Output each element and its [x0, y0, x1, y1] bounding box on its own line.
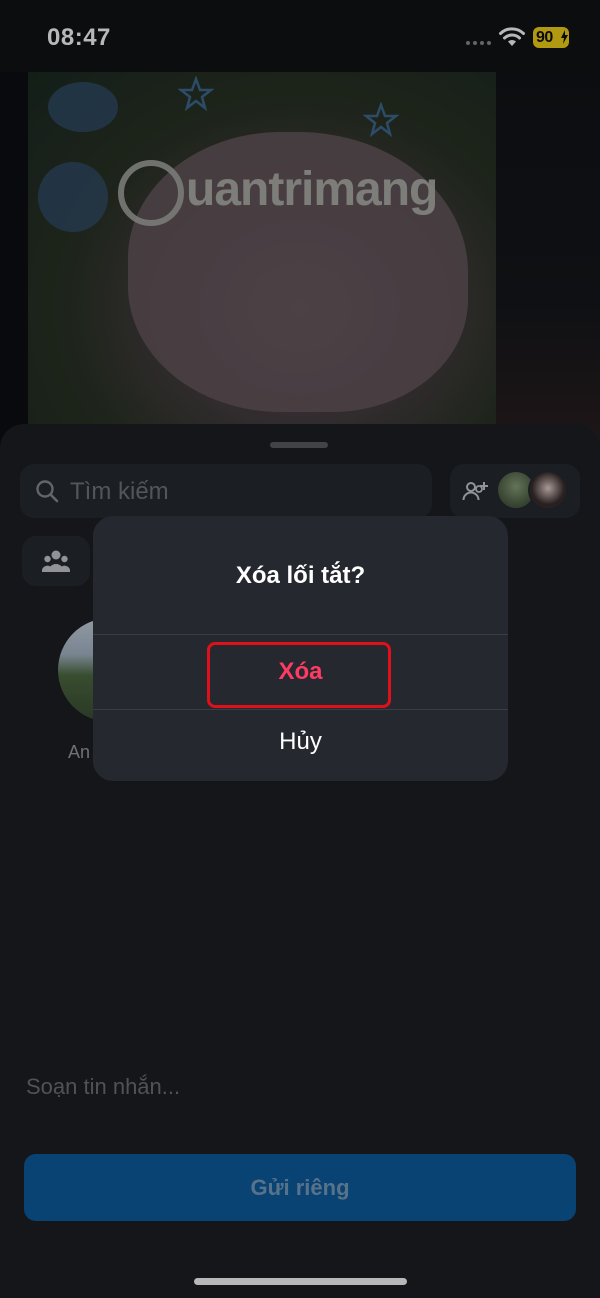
divider — [93, 634, 508, 635]
delete-shortcut-dialog: Xóa lối tắt? Xóa Hủy — [93, 516, 508, 781]
cancel-button[interactable]: Hủy — [93, 710, 508, 778]
cancel-button-label: Hủy — [279, 728, 322, 755]
highlight-annotation — [207, 642, 391, 708]
dialog-title: Xóa lối tắt? — [235, 562, 366, 589]
